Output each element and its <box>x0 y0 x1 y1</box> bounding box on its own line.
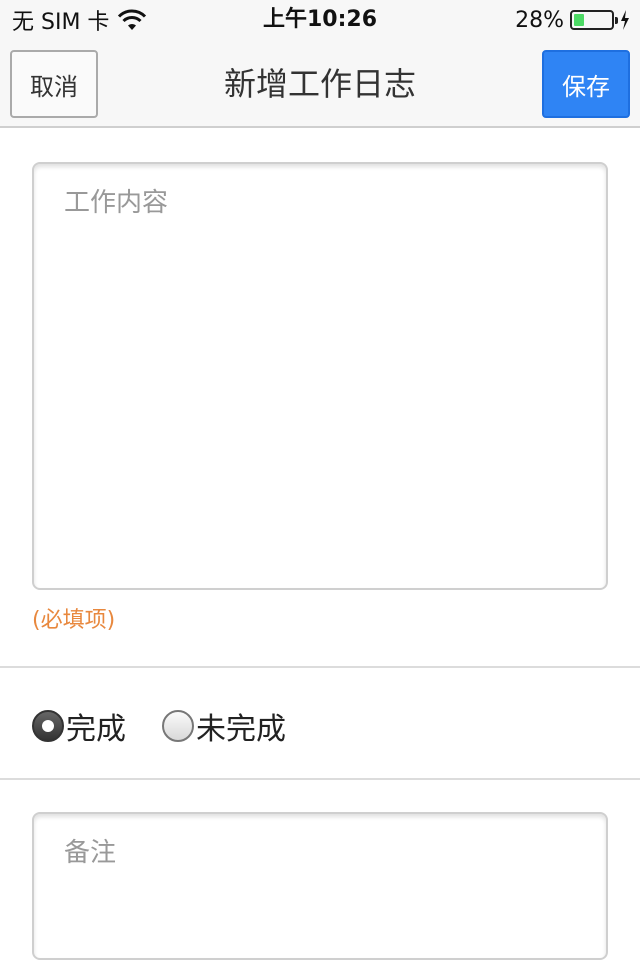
radio-button-complete[interactable] <box>32 710 64 742</box>
battery-level-fill <box>574 14 585 26</box>
note-placeholder: 备注 <box>64 838 117 868</box>
page-title: 新增工作日志 <box>223 65 416 103</box>
status-bar: 无 SIM 卡 上午10:26 28% <box>0 0 640 40</box>
battery-icon <box>570 10 618 30</box>
radio-option-incomplete[interactable]: 未完成 <box>162 704 286 748</box>
note-input[interactable]: 备注 <box>32 812 608 960</box>
completion-status-radio-group: 完成 未完成 <box>32 700 322 752</box>
battery-status: 28% <box>515 6 630 34</box>
work-content-input[interactable]: 工作内容 <box>32 162 608 590</box>
divider <box>0 778 640 780</box>
battery-percentage: 28% <box>515 7 564 33</box>
work-content-placeholder: 工作内容 <box>64 188 169 218</box>
radio-option-complete[interactable]: 完成 <box>32 704 126 748</box>
radio-label-complete: 完成 <box>66 712 126 747</box>
radio-button-incomplete[interactable] <box>162 710 194 742</box>
charging-bolt-icon <box>621 10 629 30</box>
radio-label-incomplete: 未完成 <box>196 712 286 747</box>
required-field-note: (必填项) <box>32 608 116 633</box>
add-work-log-screen: 无 SIM 卡 上午10:26 28% 取消 新增工作日志 保存 工作内容 (必… <box>0 0 640 960</box>
divider <box>0 666 640 668</box>
cancel-button[interactable]: 取消 <box>10 50 98 118</box>
navigation-bar: 取消 新增工作日志 保存 <box>0 40 640 128</box>
save-button[interactable]: 保存 <box>542 50 630 118</box>
